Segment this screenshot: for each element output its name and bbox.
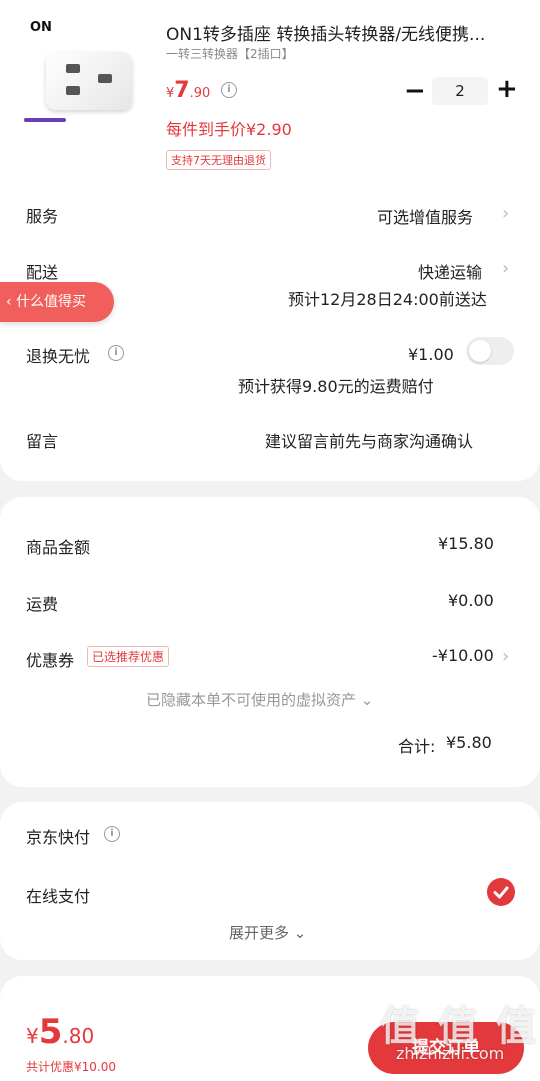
goods-amount-value: ¥15.80 <box>438 534 494 553</box>
expand-more-button[interactable]: 展开更多 ⌄ <box>229 922 306 943</box>
brand-logo: ON <box>30 20 52 35</box>
return-worry-toggle[interactable] <box>466 337 514 365</box>
bottom-price-symbol: ¥ <box>26 1024 39 1048</box>
info-icon[interactable]: i <box>104 826 120 842</box>
message-input[interactable]: 建议留言前先与商家沟通确认 <box>265 428 473 452</box>
payment-card: 京东快付 i 在线支付 展开更多 ⌄ <box>0 802 540 960</box>
increase-quantity-button[interactable]: + <box>496 74 518 104</box>
coupon-tag: 已选推荐优惠 <box>87 646 170 667</box>
bottom-total-price: ¥5.80 <box>26 1012 94 1052</box>
check-icon[interactable] <box>487 878 515 906</box>
adapter-image <box>46 52 132 110</box>
coupon-value[interactable]: -¥10.00 <box>432 646 494 665</box>
delivery-method[interactable]: 快递运输 <box>418 259 482 283</box>
service-label: 服务 <box>26 207 59 226</box>
return-worry-desc: 预计获得9.80元的运费赔付 <box>238 377 434 396</box>
product-title[interactable]: ON1转多插座 转换插头转换器/无线便携... <box>166 20 526 45</box>
bottom-price-int: 5 <box>38 1012 63 1052</box>
chevron-right-icon[interactable]: › <box>502 646 509 667</box>
delivery-eta: 预计12月28日24:00前送达 <box>288 290 487 309</box>
bottom-price-dec: .80 <box>62 1024 95 1048</box>
return-worry-price: ¥1.00 <box>408 345 454 364</box>
jd-pay-label[interactable]: 京东快付 <box>26 824 90 848</box>
chevron-down-icon: ⌄ <box>293 924 307 942</box>
product-card: ON ON1转多插座 转换插头转换器/无线便携... 一转三转换器【2插口】 ¥… <box>0 0 540 481</box>
price-dec: .90 <box>189 86 211 101</box>
chevron-right-icon[interactable]: › <box>502 258 509 279</box>
product-image[interactable]: ON <box>22 18 144 126</box>
info-icon[interactable]: i <box>108 345 124 361</box>
decrease-quantity-button[interactable]: − <box>404 76 426 106</box>
quantity-input[interactable]: 2 <box>432 77 488 105</box>
total-label: 合计: <box>398 737 436 756</box>
unit-price: 每件到手价¥2.90 <box>166 120 292 139</box>
return-policy-tag: 支持7天无理由退货 <box>166 150 271 170</box>
return-worry-label: 退换无忧 <box>26 347 91 366</box>
delivery-label: 配送 <box>26 263 59 282</box>
image-badge <box>24 118 66 122</box>
shipping-label: 运费 <box>26 595 59 614</box>
float-smzdm-button[interactable]: ‹ 什么值得买 <box>0 282 114 322</box>
watermark-url: zhizhizhi.com <box>396 1044 505 1063</box>
service-value[interactable]: 可选增值服务 <box>377 204 473 228</box>
info-icon[interactable]: i <box>221 82 237 98</box>
goods-amount-label: 商品金额 <box>26 538 91 557</box>
price-summary-card: 商品金额 ¥15.80 运费 ¥0.00 优惠券 已选推荐优惠 -¥10.00 … <box>0 497 540 787</box>
chevron-down-icon: ⌄ <box>360 691 374 709</box>
price-int: 7 <box>174 78 190 103</box>
shipping-value: ¥0.00 <box>448 591 494 610</box>
product-price: ¥7.90 <box>166 78 210 103</box>
chevron-right-icon[interactable]: › <box>502 203 509 224</box>
hidden-assets-text: 已隐藏本单不可使用的虚拟资产 <box>146 691 357 709</box>
expand-more-text: 展开更多 <box>229 924 290 942</box>
message-label: 留言 <box>26 432 59 451</box>
hidden-assets-toggle[interactable]: 已隐藏本单不可使用的虚拟资产 ⌄ <box>146 689 373 710</box>
chevron-left-icon: ‹ <box>6 294 12 310</box>
total-value: ¥5.80 <box>446 733 492 752</box>
coupon-label: 优惠券 <box>26 651 75 670</box>
bottom-discount: 共计优惠¥10.00 <box>26 1060 116 1074</box>
product-spec[interactable]: 一转三转换器【2插口】 <box>166 45 294 62</box>
online-pay-label[interactable]: 在线支付 <box>26 883 90 907</box>
float-button-label: 什么值得买 <box>16 294 87 310</box>
